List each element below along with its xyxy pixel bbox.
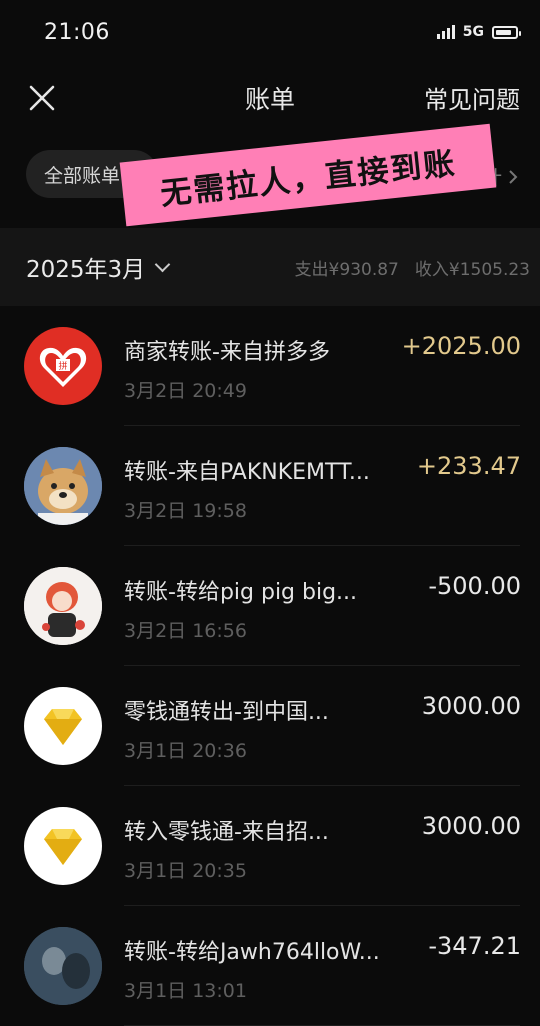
transaction-amount: -500.00 — [428, 572, 521, 600]
status-time: 21:06 — [44, 20, 110, 45]
transaction-time: 3月2日 16:56 — [124, 620, 247, 642]
transaction-row[interactable]: 转入零钱通-来自招... 3月1日 20:35 3000.00 — [0, 786, 540, 906]
transaction-amount: 3000.00 — [421, 812, 521, 840]
transaction-title: 商家转账-来自拼多多 — [124, 340, 330, 365]
diamond-icon — [24, 687, 102, 765]
month-expense: 支出¥930.87 — [294, 260, 399, 280]
month-income: 收入¥1505.23 — [414, 260, 530, 280]
month-picker[interactable]: 2025年3月 — [26, 250, 171, 284]
transaction-title: 转账-转给Jawh764lloW... — [124, 940, 380, 965]
nav-bar: 账单 常见问题 — [0, 66, 540, 128]
transaction-time: 3月1日 20:35 — [124, 860, 247, 882]
pinduoduo-logo: 拼 — [24, 327, 102, 405]
status-bar: 21:06 5G — [0, 0, 540, 66]
transaction-list: 拼 商家转账-来自拼多多 3月2日 20:49 +2025.00 转账-来自PA… — [0, 306, 540, 1026]
transaction-time: 3月2日 19:58 — [124, 500, 247, 522]
transaction-amount: +2025.00 — [401, 332, 521, 360]
month-bar: 2025年3月 支出¥930.87 收入¥1505.23 — [0, 228, 540, 306]
transaction-row[interactable]: 拼 商家转账-来自拼多多 3月2日 20:49 +2025.00 — [0, 306, 540, 426]
promo-sticker: 无需拉人，直接到账 — [119, 123, 497, 227]
month-label: 2025年3月 — [26, 257, 146, 283]
transaction-row[interactable]: 转账-转给Jawh764lloW... 3月1日 13:01 -347.21 — [0, 906, 540, 1026]
chevron-right-icon — [509, 169, 518, 184]
transaction-title: 零钱通转出-到中国... — [124, 700, 329, 725]
dog-avatar — [24, 447, 102, 525]
svg-text:拼: 拼 — [58, 360, 67, 372]
transaction-title: 转账-来自PAKNKEMTT... — [124, 460, 370, 485]
transaction-amount: +233.47 — [416, 452, 521, 480]
month-summary: 支出¥930.87 收入¥1505.23 — [295, 255, 530, 280]
anime-girl-avatar — [24, 567, 102, 645]
status-indicators: 5G — [436, 24, 521, 40]
transaction-time: 3月1日 13:01 — [124, 980, 247, 1002]
transaction-time: 3月2日 20:49 — [124, 380, 247, 402]
network-type: 5G — [462, 24, 484, 40]
chevron-down-icon — [154, 256, 171, 272]
transaction-title: 转入零钱通-来自招... — [124, 820, 329, 845]
faq-link[interactable]: 常见问题 — [424, 80, 520, 115]
signal-icon — [436, 25, 455, 39]
diamond-icon — [24, 807, 102, 885]
transaction-time: 3月1日 20:36 — [124, 740, 247, 762]
transaction-row[interactable]: 转账-转给pig pig big... 3月2日 16:56 -500.00 — [0, 546, 540, 666]
transaction-row[interactable]: 转账-来自PAKNKEMTT... 3月2日 19:58 +233.47 — [0, 426, 540, 546]
transaction-amount: -347.21 — [428, 932, 521, 960]
photo-avatar — [24, 927, 102, 1005]
transaction-amount: 3000.00 — [421, 692, 521, 720]
transaction-row[interactable]: 零钱通转出-到中国... 3月1日 20:36 3000.00 — [0, 666, 540, 786]
transaction-title: 转账-转给pig pig big... — [124, 580, 358, 605]
bill-filter-label: 全部账单 — [44, 164, 121, 187]
battery-icon — [492, 25, 521, 39]
